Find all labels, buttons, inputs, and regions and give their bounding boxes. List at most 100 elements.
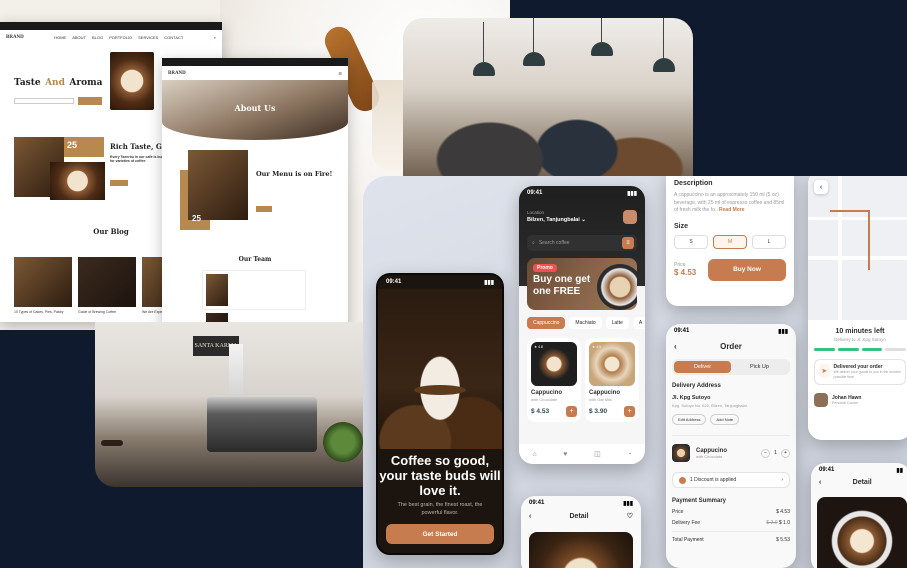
add-note-button[interactable]: Add Note xyxy=(710,414,740,425)
edit-address-button[interactable]: Edit Address xyxy=(672,414,707,425)
size-options: S M L xyxy=(674,234,786,249)
bottom-nav: ⌂ ♥ ◫ ◔ xyxy=(519,444,645,464)
about-button[interactable] xyxy=(110,180,128,186)
location-value[interactable]: Bilzen, Tanjungbalai ⌄ xyxy=(527,217,586,223)
avatar[interactable] xyxy=(623,210,637,224)
minus-icon[interactable]: − xyxy=(760,448,770,458)
site-brand[interactable]: BRAND xyxy=(6,35,24,40)
heart-icon[interactable]: ♡ xyxy=(627,512,633,520)
search-input[interactable]: ⌕ Search coffee ≡ xyxy=(527,235,637,251)
blog-image-2[interactable] xyxy=(78,257,136,307)
bell-icon[interactable]: ◔ xyxy=(627,451,631,458)
size-m[interactable]: M xyxy=(713,234,747,249)
delivery-map[interactable]: ‹ xyxy=(808,176,907,320)
site-brand[interactable]: BRAND xyxy=(168,71,186,76)
product-price: $ 4.53 xyxy=(531,408,550,415)
browser-bar xyxy=(0,22,222,30)
product-sub: with Chocolate xyxy=(531,397,558,402)
tab-deliver[interactable]: Deliver xyxy=(674,361,731,373)
nav-portfolio[interactable]: PORTFOLIO xyxy=(109,35,132,40)
status-bar: 09:41 ▮▮ xyxy=(811,463,907,477)
location-label: Location xyxy=(527,210,545,215)
delivery-route xyxy=(830,210,870,270)
browser-bar xyxy=(162,58,348,66)
pendant-lamp xyxy=(591,18,613,56)
status-time: 09:41 xyxy=(819,467,835,473)
buy-now-button[interactable]: Buy Now xyxy=(708,258,786,281)
back-icon[interactable]: ‹ xyxy=(814,180,828,194)
splash-screen: 09:41 ▮▮▮ Coffee so good, your taste bud… xyxy=(376,273,504,555)
discount-row[interactable]: 1 Discount is applied › xyxy=(672,472,790,488)
quantity-value: 1 xyxy=(773,450,777,456)
price-value: $ 4.53 xyxy=(674,268,697,277)
filter-icon[interactable]: ≡ xyxy=(622,237,634,249)
progress-step xyxy=(861,348,883,351)
nav-blog[interactable]: BLOG xyxy=(92,35,103,40)
menu-title: Our Menu is on Fire! xyxy=(256,170,333,178)
espresso-machine xyxy=(207,397,317,452)
hero-image xyxy=(110,52,154,110)
get-started-button[interactable]: Get Started xyxy=(386,524,494,544)
size-heading: Size xyxy=(674,222,689,230)
description-card: Description A cappuccino is an approxima… xyxy=(666,176,794,306)
status-bar: 09:41 ▮▮▮ xyxy=(519,186,645,200)
total-value: $ 5.53 xyxy=(776,537,790,543)
size-s[interactable]: S xyxy=(674,234,708,249)
hero-button[interactable] xyxy=(78,97,102,105)
product-card[interactable]: ★ 4.8 Cappucino with Chocolate $ 4.53 + xyxy=(527,338,581,422)
size-l[interactable]: L xyxy=(752,234,786,249)
tab-latte[interactable]: Latte xyxy=(605,317,629,329)
product-card[interactable]: ★ 4.9 Cappucino with Oat Milk $ 3.90 + xyxy=(585,338,639,422)
order-item: Cappucino with Chocolate − 1 + xyxy=(672,435,790,462)
hero-title-and: And xyxy=(45,78,65,88)
status-time: 09:41 xyxy=(527,190,543,196)
blog-item-1[interactable]: 10 Types of Cakes, Pies, Pastry xyxy=(14,310,64,314)
heart-icon[interactable]: ♥ xyxy=(563,451,567,458)
item-sub: with Chocolate xyxy=(696,453,723,459)
nav-home[interactable]: HOME xyxy=(54,35,66,40)
product-price: $ 3.90 xyxy=(589,408,608,415)
hero-input[interactable] xyxy=(14,98,74,104)
menu-icon[interactable]: ☰ xyxy=(338,71,342,76)
price-value: $ 4.53 xyxy=(776,509,790,515)
blog-item-2[interactable]: Guide of Brewing Coffee xyxy=(78,310,116,314)
add-icon[interactable]: + xyxy=(624,406,635,417)
product-name: Cappucino xyxy=(589,390,620,396)
search-icon: ⌕ xyxy=(532,240,535,246)
nav-services[interactable]: SERVICES xyxy=(138,35,158,40)
plus-icon[interactable]: + xyxy=(781,448,790,458)
about-text: Every Taeerbu in our cafe is built for v… xyxy=(110,155,165,163)
promo-banner[interactable]: Promo Buy one get one FREE xyxy=(527,258,637,310)
back-icon[interactable]: ‹ xyxy=(674,342,677,351)
pendant-lamp xyxy=(473,22,495,76)
bag-icon[interactable]: ◫ xyxy=(594,450,601,458)
discount-icon xyxy=(679,476,686,484)
back-icon[interactable]: ‹ xyxy=(819,479,821,486)
tab-more[interactable]: A xyxy=(632,317,645,329)
site-nav: BRAND HOME ABOUT BLOG PORTFOLIO SERVICES… xyxy=(0,30,222,44)
tab-pickup[interactable]: Pick Up xyxy=(731,361,788,373)
tab-cappuccino[interactable]: Cappuccino xyxy=(527,317,566,329)
detail-title: Detail xyxy=(569,512,589,520)
tab-machiato[interactable]: Machiato xyxy=(569,317,602,329)
status-bar: 09:41 ▮▮▮ xyxy=(666,324,796,338)
about-page-mock: BRAND ☰ About Us 25 Our Menu is on Fire!… xyxy=(162,58,348,330)
blog-image-1[interactable] xyxy=(14,257,72,307)
nav-contact[interactable]: CONTACT xyxy=(164,35,183,40)
cup-stack xyxy=(229,344,243,394)
address-heading: Delivery Address xyxy=(672,383,721,389)
home-icon[interactable]: ⌂ xyxy=(532,451,536,458)
discount-text: 1 Discount is applied xyxy=(690,477,737,483)
menu-button[interactable] xyxy=(256,206,272,212)
progress-step xyxy=(885,348,906,351)
plant xyxy=(323,422,363,462)
latte-art-image xyxy=(817,497,907,568)
address-detail: Kpg. Sutoyo No. 620, Bilzen, Tanjungbala… xyxy=(672,403,748,408)
back-icon[interactable]: ‹ xyxy=(529,513,531,520)
splash-subtitle: The best grain, the finest roast, the po… xyxy=(397,502,483,516)
add-icon[interactable]: + xyxy=(566,406,577,417)
nav-about[interactable]: ABOUT xyxy=(72,35,86,40)
search-icon[interactable]: ⌕ xyxy=(214,35,216,40)
read-more-link[interactable]: Read More xyxy=(719,207,745,213)
battery-icon: ▮▮▮ xyxy=(627,191,637,197)
